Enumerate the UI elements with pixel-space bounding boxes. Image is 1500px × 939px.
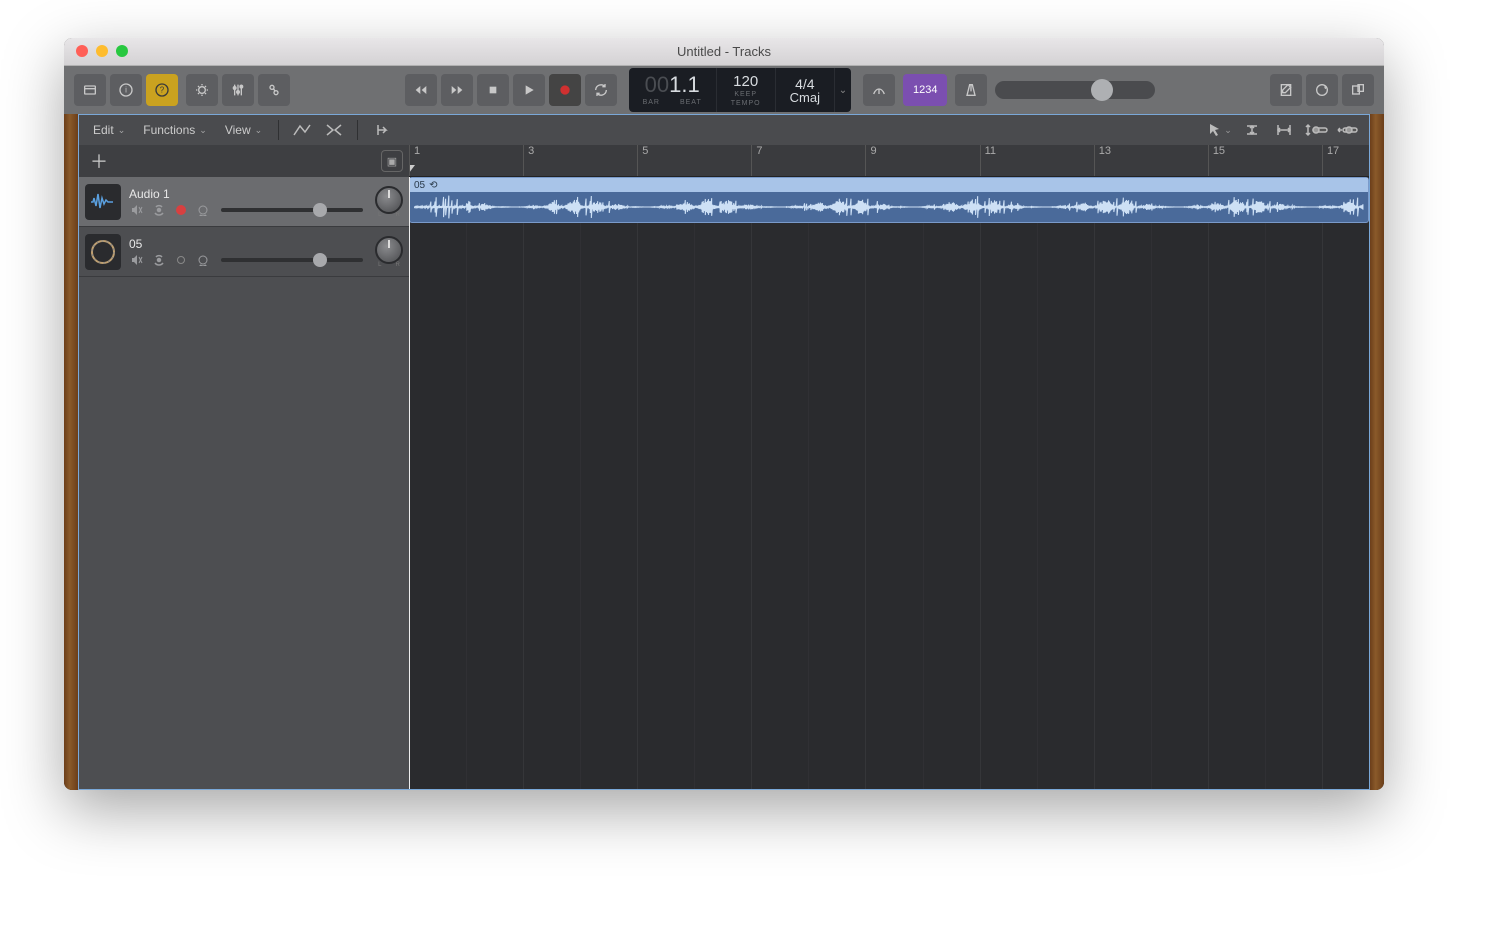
wood-trim-left	[64, 114, 78, 790]
timeline-ruler[interactable]: 1357911131517	[409, 145, 1369, 177]
region-name: 05	[414, 180, 425, 191]
media-button[interactable]	[1342, 74, 1374, 106]
wood-trim-right	[1370, 114, 1384, 790]
pointer-tool[interactable]: ⌄	[1207, 119, 1233, 141]
audio-track-icon	[85, 184, 121, 220]
global-catch-icon[interactable]: ▣	[381, 150, 403, 172]
mixer-button[interactable]	[222, 74, 254, 106]
flex-icon[interactable]	[321, 119, 347, 141]
close-button[interactable]	[76, 45, 88, 57]
inspector-button[interactable]: i	[110, 74, 142, 106]
mute-button[interactable]	[129, 203, 145, 217]
tempo-value: 120	[733, 74, 758, 89]
catch-playhead-icon[interactable]	[368, 119, 394, 141]
loop-icon: ⟲	[429, 180, 437, 191]
record-button[interactable]	[549, 74, 581, 106]
ruler-tick: 3	[523, 145, 534, 176]
minimize-button[interactable]	[96, 45, 108, 57]
lcd-dropdown[interactable]: ⌄	[835, 68, 851, 112]
position-prefix: 00	[645, 72, 669, 97]
audio-region[interactable]: 05 ⟲	[409, 177, 1369, 223]
forward-button[interactable]	[441, 74, 473, 106]
cycle-button[interactable]	[585, 74, 617, 106]
editors-button[interactable]	[258, 74, 290, 106]
library-button[interactable]	[74, 74, 106, 106]
ruler-tick: 7	[751, 145, 762, 176]
track-row[interactable]: 05 LR	[79, 227, 409, 277]
window-title: Untitled - Tracks	[677, 44, 771, 59]
waveform	[410, 192, 1368, 222]
countoff-button[interactable]: 1234	[903, 74, 947, 106]
solo-button[interactable]	[151, 203, 167, 217]
rewind-button[interactable]	[405, 74, 437, 106]
arrange-area[interactable]: 1357911131517 05 ⟲	[409, 145, 1369, 789]
play-button[interactable]	[513, 74, 545, 106]
track-row[interactable]: Audio 1 LR	[79, 177, 409, 227]
input-monitor[interactable]	[195, 253, 211, 267]
ruler-tick: 5	[637, 145, 648, 176]
main-toolbar: i ? 001.1 BARBEAT 120	[64, 66, 1384, 114]
solo-button[interactable]	[151, 253, 167, 267]
view-menu[interactable]: View⌄	[219, 119, 268, 141]
record-enable[interactable]	[173, 203, 189, 217]
position-value: 1.1	[669, 72, 700, 97]
vzoom-auto-icon[interactable]	[1239, 119, 1265, 141]
pan-knob[interactable]	[375, 186, 403, 214]
svg-text:i: i	[125, 86, 127, 95]
vzoom-slider-icon[interactable]	[1303, 119, 1329, 141]
app-window: Untitled - Tracks i ? 001.1	[64, 38, 1384, 790]
metronome-button[interactable]	[955, 74, 987, 106]
input-monitor[interactable]	[195, 203, 211, 217]
track-name: 05	[129, 237, 367, 251]
hzoom-fit-icon[interactable]	[1271, 119, 1297, 141]
hzoom-slider-icon[interactable]	[1335, 119, 1361, 141]
ruler-tick: 15	[1208, 145, 1225, 176]
stop-button[interactable]	[477, 74, 509, 106]
ruler-tick: 1	[409, 145, 420, 176]
functions-menu[interactable]: Functions⌄	[137, 119, 213, 141]
playhead-line[interactable]	[409, 177, 410, 789]
titlebar[interactable]: Untitled - Tracks	[64, 38, 1384, 66]
tuner-button[interactable]	[863, 74, 895, 106]
pan-knob[interactable]	[375, 236, 403, 264]
automation-curve-icon[interactable]	[289, 119, 315, 141]
ruler-tick: 11	[980, 145, 996, 176]
master-volume[interactable]	[995, 81, 1155, 99]
edit-menu[interactable]: Edit⌄	[87, 119, 131, 141]
loops-button[interactable]	[1306, 74, 1338, 106]
track-name: Audio 1	[129, 187, 367, 201]
volume-fader[interactable]	[221, 208, 363, 212]
drummer-track-icon	[85, 234, 121, 270]
ruler-tick: 13	[1094, 145, 1111, 176]
mute-button[interactable]	[129, 253, 145, 267]
zoom-button[interactable]	[116, 45, 128, 57]
track-list: ＋ ▣ Audio 1 LR	[79, 145, 409, 789]
add-track-button[interactable]: ＋	[83, 149, 115, 173]
record-enable[interactable]	[173, 253, 189, 267]
timesig-value: 4/4	[795, 77, 814, 91]
tracks-menubar: Edit⌄ Functions⌄ View⌄ ⌄	[79, 115, 1369, 145]
lcd-display[interactable]: 001.1 BARBEAT 120 KEEP TEMPO 4/4 Cmaj ⌄	[629, 68, 851, 112]
smartcontrols-button[interactable]	[186, 74, 218, 106]
quickhelp-button[interactable]: ?	[146, 74, 178, 106]
window-controls	[76, 45, 128, 57]
svg-text:?: ?	[160, 86, 165, 95]
volume-fader[interactable]	[221, 258, 363, 262]
key-value: Cmaj	[790, 91, 820, 104]
notepad-button[interactable]	[1270, 74, 1302, 106]
ruler-tick: 17	[1322, 145, 1339, 176]
ruler-tick: 9	[865, 145, 876, 176]
